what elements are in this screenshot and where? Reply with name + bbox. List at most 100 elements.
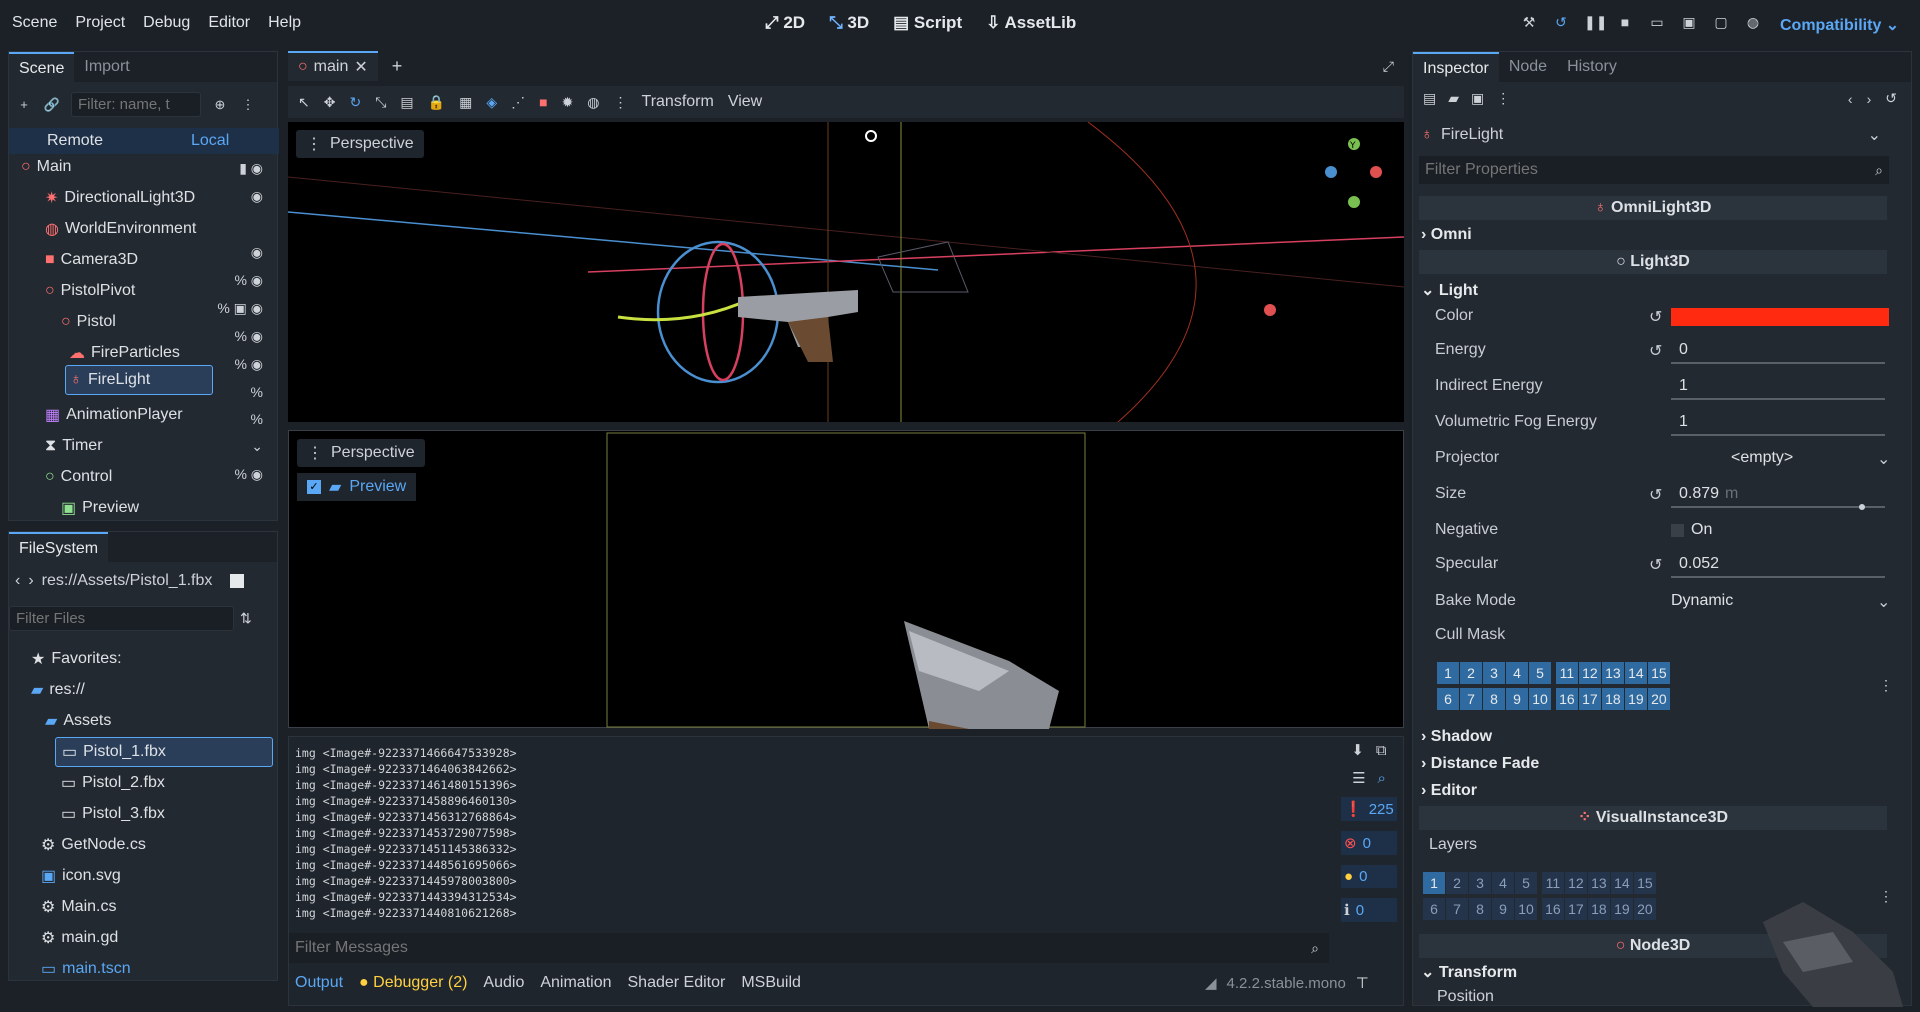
history-icon[interactable]: ↺ (1885, 90, 1897, 107)
section-light[interactable]: ⌄ Light (1421, 280, 1478, 300)
visibility-icon[interactable]: % ◉ (217, 466, 263, 483)
scene-filter-input[interactable] (71, 92, 201, 117)
tree-node-firelight[interactable]: ♁ FireLight (65, 365, 213, 395)
bake-mode-value[interactable]: Dynamic (1671, 592, 1733, 610)
tree-node-pistol[interactable]: ○ Pistol (61, 309, 116, 335)
visibility-icon[interactable]: ◉ (217, 188, 263, 205)
section-distance-fade[interactable]: › Distance Fade (1421, 755, 1539, 773)
file-main-gd[interactable]: ⚙ main.gd (41, 925, 118, 951)
layer-cell[interactable]: 11 (1555, 662, 1578, 684)
files-filter-input[interactable] (9, 606, 234, 631)
layer-cell[interactable]: 1 (1423, 872, 1445, 894)
layer-cell[interactable]: 16 (1555, 688, 1578, 710)
link-icon[interactable]: 🔗 (43, 96, 61, 114)
tab-2d[interactable]: ⤢ 2D (765, 13, 805, 33)
renderer-select[interactable]: Compatibility ⌄ (1780, 15, 1899, 35)
layer-cell[interactable]: 4 (1506, 662, 1528, 684)
tree-node-timer[interactable]: ⧗ Timer (45, 433, 103, 459)
group-icon[interactable]: ▦ (459, 94, 472, 111)
menu-help[interactable]: Help (268, 14, 301, 32)
layer-cell[interactable]: 15 (1633, 872, 1656, 894)
layer-cell[interactable]: 18 (1601, 688, 1624, 710)
tree-node-preview[interactable]: ▣ Preview (61, 495, 139, 521)
search-icon[interactable]: ⌕ (1378, 770, 1386, 787)
layer-cell[interactable]: 2 (1446, 872, 1468, 894)
add-tab-icon[interactable]: + (392, 56, 403, 77)
tree-node-worldenvironment[interactable]: ◍ WorldEnvironment (45, 216, 196, 242)
tab-script[interactable]: ▤ Script (893, 13, 962, 33)
fog-energy-value[interactable]: 1 (1679, 413, 1688, 431)
energy-value[interactable]: 0 (1679, 341, 1688, 359)
layer-cell[interactable]: 8 (1483, 688, 1505, 710)
revert-icon[interactable]: ↺ (1649, 307, 1662, 327)
move-tool-icon[interactable]: ✥ (324, 94, 336, 111)
layer-cell[interactable]: 6 (1423, 898, 1445, 920)
scene-tab-main[interactable]: ○ main ✕ (288, 51, 378, 81)
layer-cell[interactable]: 5 (1515, 872, 1537, 894)
cull-mask-grid[interactable]: 12345 11 12 13 14 15 6 7 8 9 10 16 17 18 19 20 (1437, 662, 1737, 710)
layer-cell[interactable]: 18 (1587, 898, 1610, 920)
filter-messages-input[interactable] (295, 939, 1195, 957)
new-resource-icon[interactable]: ▤ (1423, 90, 1436, 107)
file-pistol1[interactable]: ▭ Pistol_1.fbx (55, 737, 273, 767)
more-icon[interactable]: ⋮ (1496, 90, 1510, 107)
stop-icon[interactable]: ■ (1616, 14, 1634, 32)
layer-cell[interactable]: 14 (1624, 662, 1647, 684)
visibility-icon[interactable]: ◉ (217, 244, 263, 261)
layer-cell[interactable]: 4 (1492, 872, 1514, 894)
tab-import[interactable]: Import (74, 52, 139, 82)
back-icon[interactable]: ‹ (1848, 91, 1853, 107)
file-getnode[interactable]: ⚙ GetNode.cs (41, 832, 146, 858)
movie-icon[interactable]: ◍ (1744, 14, 1762, 32)
slider-track[interactable] (1671, 434, 1885, 436)
file-icon-svg[interactable]: ▣ icon.svg (41, 863, 121, 889)
transform-menu[interactable]: Transform (642, 93, 714, 111)
view-mode-icon[interactable] (230, 574, 245, 588)
camera-preview-icon[interactable]: ■ (539, 94, 547, 110)
select-tool-icon[interactable]: ↖ (298, 94, 310, 111)
remote-button[interactable]: Remote (47, 132, 103, 150)
menu-project[interactable]: Project (75, 14, 125, 32)
viewport-top[interactable]: Y ⋮ Perspective (287, 121, 1405, 423)
visibility-icon[interactable]: ▮ ◉ (217, 160, 263, 177)
close-icon[interactable]: ✕ (354, 57, 367, 77)
attach-script-icon[interactable]: ⊕ (211, 96, 229, 114)
forward-icon[interactable]: › (28, 572, 33, 590)
path-field[interactable]: res://Assets/Pistol_1.fbx (42, 572, 213, 590)
menu-editor[interactable]: Editor (208, 14, 250, 32)
file-pistol3[interactable]: ▭ Pistol_3.fbx (61, 801, 165, 827)
back-icon[interactable]: ‹ (15, 572, 20, 590)
slider-track[interactable] (1671, 398, 1885, 400)
layer-cell[interactable]: 7 (1446, 898, 1468, 920)
forward-icon[interactable]: › (1867, 91, 1872, 107)
distraction-free-icon[interactable]: ⤢ (1383, 58, 1394, 75)
visibility-icon[interactable]: % ▣ ◉ (217, 300, 263, 317)
layer-cell[interactable]: 12 (1564, 872, 1587, 894)
tree-node-directionallight[interactable]: ✷ DirectionalLight3D (45, 185, 195, 211)
tab-3d[interactable]: ⤡ 3D (829, 13, 869, 33)
tab-output[interactable]: Output (295, 974, 343, 992)
pause-icon[interactable]: ❚❚ (1584, 14, 1607, 32)
layer-cell[interactable]: 6 (1437, 688, 1459, 710)
layer-cell[interactable]: 1 (1437, 662, 1459, 684)
viewport-menu-1[interactable]: ⋮ Perspective (296, 130, 424, 158)
tree-node-fireparticles[interactable]: ☁ FireParticles (69, 340, 180, 366)
object-selector[interactable]: ♁ FireLight ⌄ (1421, 122, 1881, 148)
visibility-icon[interactable]: % ◉ (217, 328, 263, 345)
layer-cell[interactable]: 13 (1587, 872, 1610, 894)
info-filter[interactable]: ℹ0 (1341, 898, 1397, 922)
favorites[interactable]: ★ Favorites: (31, 646, 122, 672)
warning-filter[interactable]: ● 0 (1341, 865, 1397, 888)
add-node-icon[interactable]: + (15, 96, 33, 114)
file-pistol2[interactable]: ▭ Pistol_2.fbx (61, 770, 165, 796)
more-icon[interactable]: ⋮ (239, 96, 257, 114)
slider-track[interactable] (1671, 362, 1885, 364)
save-icon[interactable]: ▣ (1471, 90, 1484, 107)
folder-assets[interactable]: ▰ Assets (45, 708, 111, 734)
folder-res[interactable]: ▰ res:// (31, 677, 85, 703)
lock-icon[interactable]: 🔒 (428, 94, 445, 111)
layer-cell[interactable]: 3 (1483, 662, 1505, 684)
layers-grid[interactable]: 12345 11 12 13 14 15 6 7 8 9 10 16 17 18 19 20 (1423, 872, 1723, 920)
tab-inspector[interactable]: Inspector (1413, 52, 1499, 82)
visibility-icon[interactable]: % ◉ (217, 272, 263, 289)
